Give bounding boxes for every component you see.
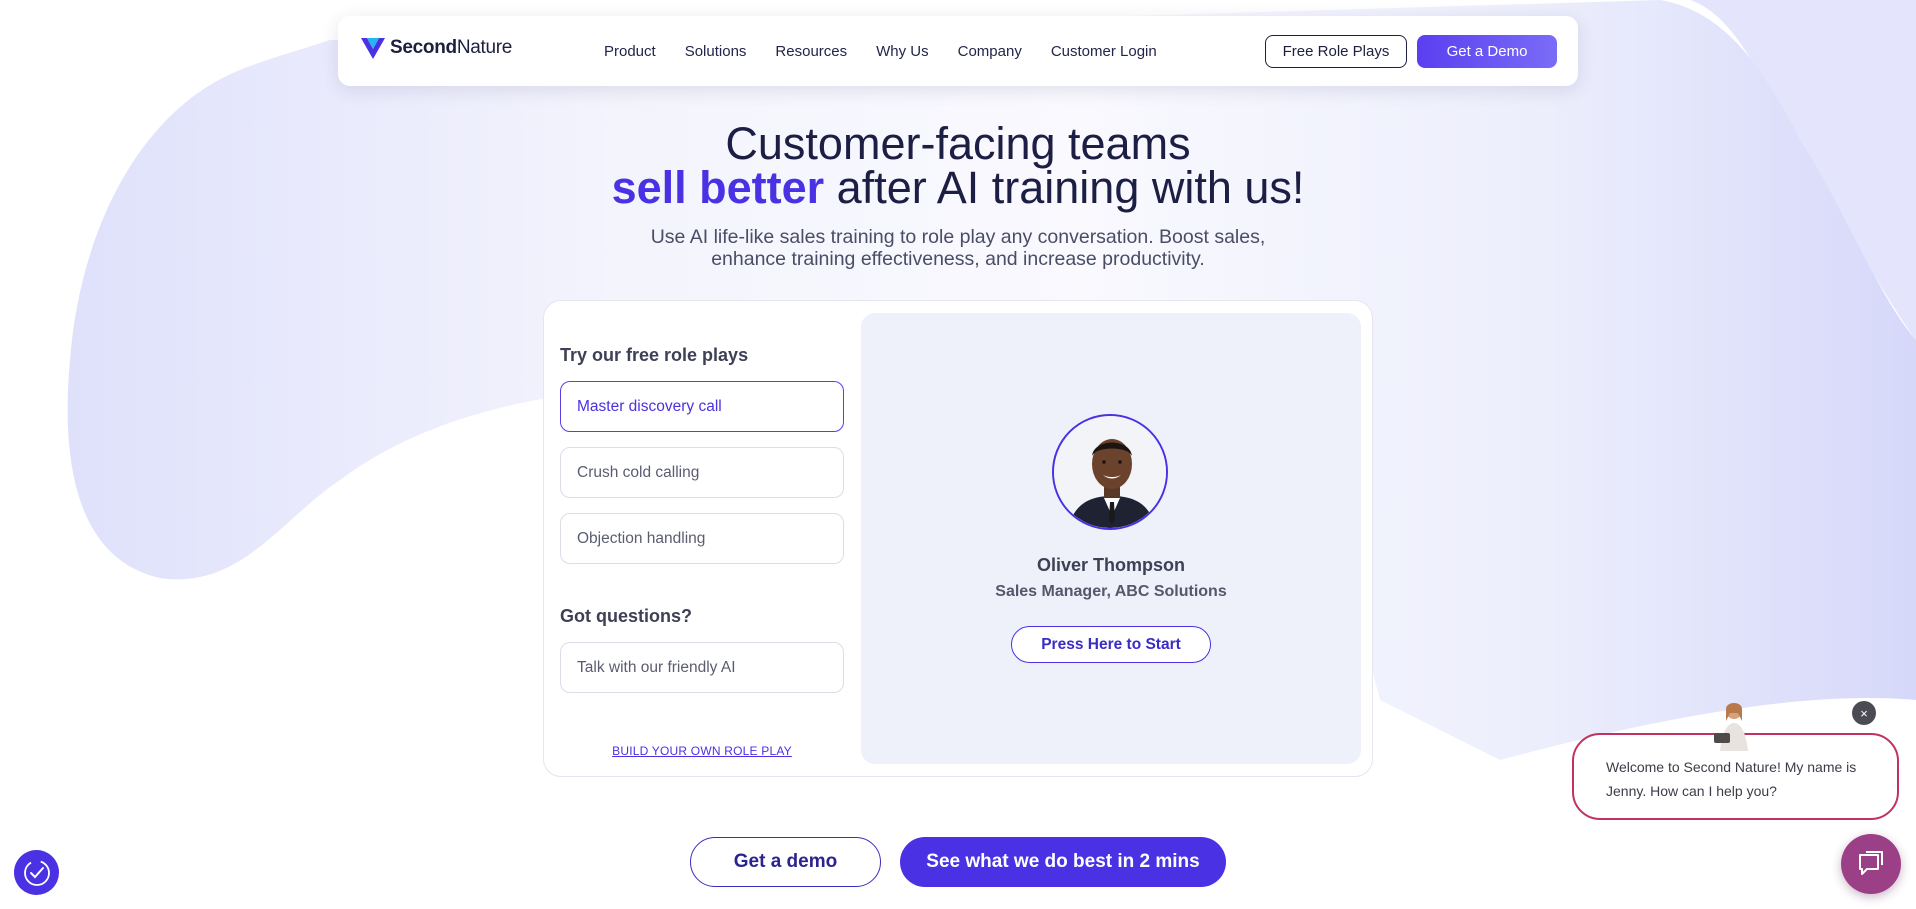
brand-logo[interactable]: SecondNature (360, 35, 512, 61)
persona-avatar (1052, 414, 1168, 530)
press-to-start-button[interactable]: Press Here to Start (1011, 626, 1211, 663)
nav-solutions[interactable]: Solutions (685, 43, 747, 60)
hero-subtitle-line2: enhance training effectiveness, and incr… (711, 248, 1205, 270)
option-talk-with-ai[interactable]: Talk with our friendly AI (560, 642, 844, 693)
nav-resources[interactable]: Resources (775, 43, 847, 60)
top-navbar: SecondNature Product Solutions Resources… (338, 16, 1578, 86)
brand-name: SecondNature (390, 37, 513, 58)
v-shield-logo-icon (361, 38, 385, 59)
nav-links: Product Solutions Resources Why Us Compa… (604, 16, 1186, 86)
accessibility-icon (23, 859, 50, 886)
persona-role: Sales Manager, ABC Solutions (995, 583, 1227, 600)
hero-title-rest: after AI training with us! (824, 162, 1305, 213)
chat-bubble-icon (1859, 851, 1883, 875)
watch-video-cta-button[interactable]: See what we do best in 2 mins (900, 837, 1226, 887)
questions-heading: Got questions? (560, 606, 692, 626)
chat-launcher-button[interactable] (1841, 834, 1901, 894)
option-crush-cold-calling[interactable]: Crush cold calling (560, 447, 844, 498)
free-role-plays-button[interactable]: Free Role Plays (1265, 35, 1407, 68)
chat-close-button[interactable]: × (1852, 701, 1876, 725)
hero-title-accent: sell better (611, 162, 825, 213)
accessibility-button[interactable] (14, 850, 59, 895)
roleplay-heading: Try our free role plays (560, 345, 749, 365)
get-demo-nav-button[interactable]: Get a Demo (1417, 35, 1557, 68)
chat-agent-avatar (1714, 703, 1748, 751)
nav-company[interactable]: Company (958, 43, 1022, 60)
hero-subtitle-line1: Use AI life-like sales training to role … (650, 226, 1266, 248)
build-own-roleplay-link[interactable]: BUILD YOUR OWN ROLE PLAY (560, 744, 844, 758)
option-objection-handling[interactable]: Objection handling (560, 513, 844, 564)
nav-why-us[interactable]: Why Us (876, 43, 929, 60)
nav-customer-login[interactable]: Customer Login (1051, 43, 1157, 60)
option-master-discovery-call[interactable]: Master discovery call (560, 381, 844, 432)
persona-preview-panel: Oliver Thompson Sales Manager, ABC Solut… (861, 313, 1361, 764)
roleplay-card: Try our free role plays Master discovery… (543, 300, 1373, 777)
nav-product[interactable]: Product (604, 43, 656, 60)
hero-subtitle: Use AI life-like sales training to role … (0, 226, 1916, 270)
hero-title: Customer-facing teams sell better after … (0, 121, 1916, 213)
get-demo-cta-button[interactable]: Get a demo (690, 837, 881, 887)
persona-name: Oliver Thompson (1036, 555, 1186, 575)
